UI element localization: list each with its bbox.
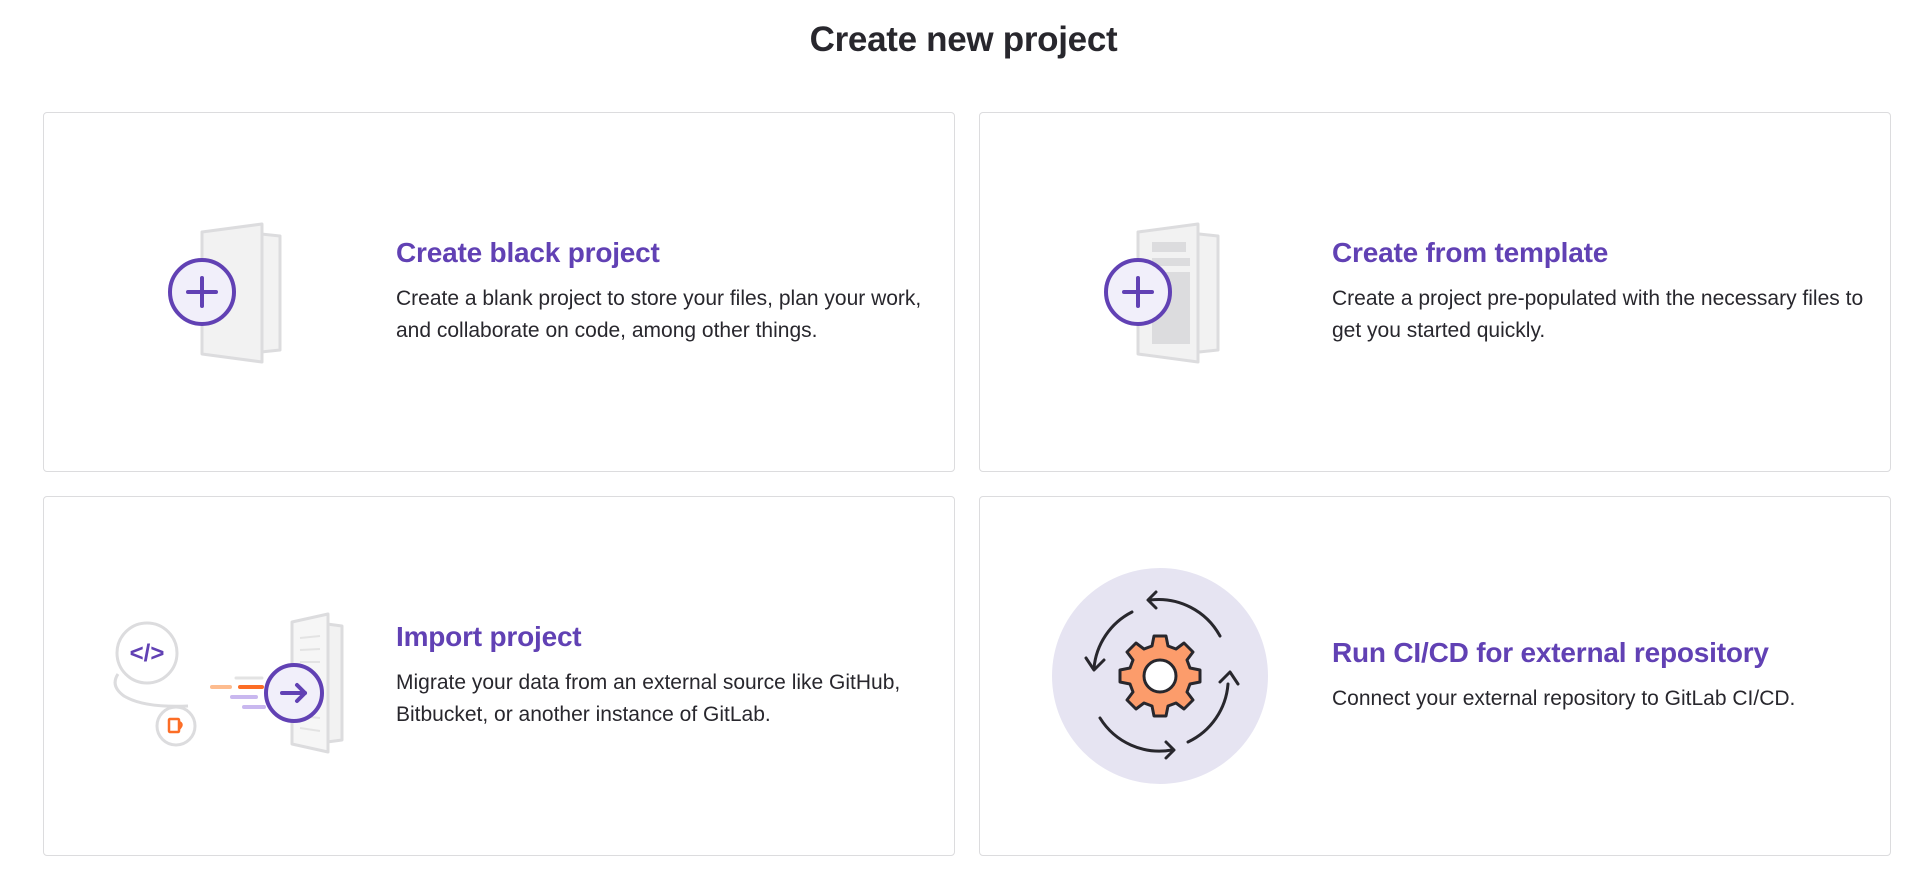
import-project-card[interactable]: </> Import project Migrate your data fro…	[43, 496, 955, 856]
card-text: Import project Migrate your data from an…	[396, 621, 938, 731]
create-project-page: Create new project Create black project …	[0, 0, 1927, 880]
project-options-grid: Create black project Create a blank proj…	[43, 112, 1891, 856]
card-title[interactable]: Run CI/CD for external repository	[1332, 637, 1874, 669]
create-from-template-card[interactable]: Create from template Create a project pr…	[979, 112, 1891, 472]
cicd-gear-icon	[1020, 556, 1300, 796]
card-description: Create a blank project to store your fil…	[396, 287, 922, 342]
blank-project-icon	[84, 172, 364, 412]
card-description: Create a project pre-populated with the …	[1332, 287, 1864, 342]
card-text: Create black project Create a blank proj…	[396, 237, 938, 347]
svg-text:</>: </>	[130, 640, 165, 667]
card-title[interactable]: Create black project	[396, 237, 938, 269]
run-cicd-external-repo-card[interactable]: Run CI/CD for external repository Connec…	[979, 496, 1891, 856]
card-description: Migrate your data from an external sourc…	[396, 671, 901, 726]
card-text: Run CI/CD for external repository Connec…	[1332, 637, 1874, 715]
card-title[interactable]: Create from template	[1332, 237, 1874, 269]
card-description: Connect your external repository to GitL…	[1332, 687, 1796, 710]
card-text: Create from template Create a project pr…	[1332, 237, 1874, 347]
create-blank-project-card[interactable]: Create black project Create a blank proj…	[43, 112, 955, 472]
template-project-icon	[1020, 172, 1300, 412]
page-title: Create new project	[809, 20, 1118, 59]
import-project-icon: </>	[84, 556, 364, 796]
card-title[interactable]: Import project	[396, 621, 938, 653]
